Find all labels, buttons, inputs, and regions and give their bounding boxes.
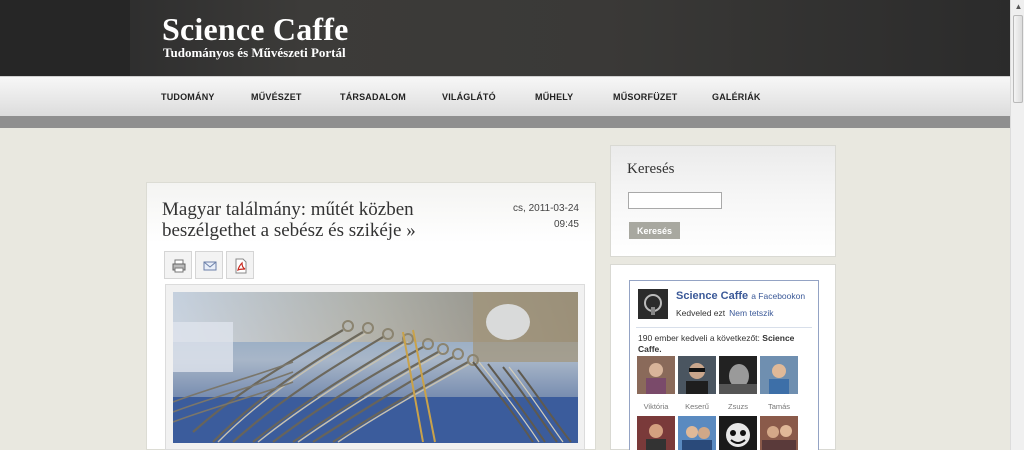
nav-item-tarsadalom[interactable]: TÁRSADALOM <box>340 92 406 102</box>
site-header: Science Caffe Tudományos és Művészeti Po… <box>0 0 1010 76</box>
facebook-fan[interactable] <box>678 416 716 450</box>
science-caffe-logo[interactable] <box>638 289 668 319</box>
fan-avatar <box>678 356 716 394</box>
facebook-widget: Science Caffe a Facebookon Kedveled ezt N… <box>610 264 836 450</box>
fan-avatar <box>637 356 675 394</box>
main-nav: TUDOMÁNY MŰVÉSZET TÁRSADALOM VILÁGLÁTÓ M… <box>0 76 1010 116</box>
fan-avatar <box>637 416 675 450</box>
facebook-like-text: Kedveled ezt <box>676 308 726 318</box>
fan-name: Zsuzs <box>727 402 748 411</box>
email-button[interactable] <box>195 251 223 279</box>
search-button[interactable]: Keresés <box>629 222 680 239</box>
facebook-count-text: 190 ember kedveli a következőt: <box>638 333 760 343</box>
site-subtitle: Tudományos és Művészeti Portál <box>163 45 346 60</box>
fan-avatar <box>760 356 798 394</box>
facebook-fan[interactable] <box>719 416 757 450</box>
site-title[interactable]: Science Caffe <box>162 11 349 48</box>
fan-avatar <box>719 356 757 394</box>
search-heading: Keresés <box>627 161 675 177</box>
nav-item-tudomany[interactable]: TUDOMÁNY <box>161 92 215 102</box>
nav-item-galeriak[interactable]: GALÉRIÁK <box>712 92 761 102</box>
facebook-fan[interactable]: Zsuzs <box>719 356 757 411</box>
search-widget: Keresés Keresés <box>610 145 836 257</box>
page-scrollbar[interactable]: ▲ <box>1010 0 1024 450</box>
nav-item-musorfuzet[interactable]: MŰSORFÜZET <box>613 92 678 102</box>
nav-divider-strip <box>0 116 1010 128</box>
facebook-like-count: 190 ember kedveli a következőt: Science … <box>638 333 816 355</box>
print-icon <box>172 259 186 273</box>
article-card: Magyar találmány: műtét közben beszélget… <box>146 182 596 450</box>
surgical-instruments-image[interactable] <box>173 292 578 443</box>
fan-avatar <box>678 416 716 450</box>
scroll-up-arrow-icon[interactable]: ▲ <box>1012 0 1024 14</box>
facebook-like-box: Science Caffe a Facebookon Kedveled ezt N… <box>629 280 819 450</box>
facebook-fan[interactable]: Keserű <box>678 356 716 411</box>
email-icon <box>203 261 217 271</box>
facebook-fan[interactable] <box>637 416 675 450</box>
print-button[interactable] <box>164 251 192 279</box>
facebook-fan[interactable]: Tamás <box>760 356 798 411</box>
search-input[interactable] <box>628 192 722 209</box>
fan-name: Tamás <box>767 402 791 411</box>
facebook-page-link[interactable]: Science Caffe a Facebookon <box>676 290 805 302</box>
pdf-icon <box>235 258 247 274</box>
facebook-fan[interactable]: Viktória <box>637 356 675 411</box>
fan-avatar <box>760 416 798 450</box>
pdf-button[interactable] <box>226 251 254 279</box>
fan-name: Viktória <box>643 402 669 411</box>
article-date-day: cs, 2011-03-24 <box>513 203 579 214</box>
article-title[interactable]: Magyar találmány: műtét közben beszélget… <box>162 199 472 241</box>
facebook-page-name[interactable]: Science Caffe <box>676 290 748 302</box>
fan-avatar <box>719 416 757 450</box>
article-date: cs, 2011-03-24 09:45 <box>513 201 579 233</box>
nav-item-muveszet[interactable]: MŰVÉSZET <box>251 92 302 102</box>
facebook-fan[interactable] <box>760 416 798 450</box>
scrollbar-thumb[interactable] <box>1013 15 1023 103</box>
article-date-time: 09:45 <box>553 219 579 230</box>
facebook-like-status: Kedveled ezt Nem tetszik <box>676 308 774 318</box>
fan-name: Keserű <box>685 402 709 411</box>
nav-item-muhely[interactable]: MŰHELY <box>535 92 573 102</box>
nav-item-vilaglato[interactable]: VILÁGLÁTÓ <box>442 92 496 102</box>
facebook-page-suffix[interactable]: a Facebookon <box>751 291 805 301</box>
article-image-frame <box>165 284 585 450</box>
facebook-unlike-link[interactable]: Nem tetszik <box>729 308 773 318</box>
